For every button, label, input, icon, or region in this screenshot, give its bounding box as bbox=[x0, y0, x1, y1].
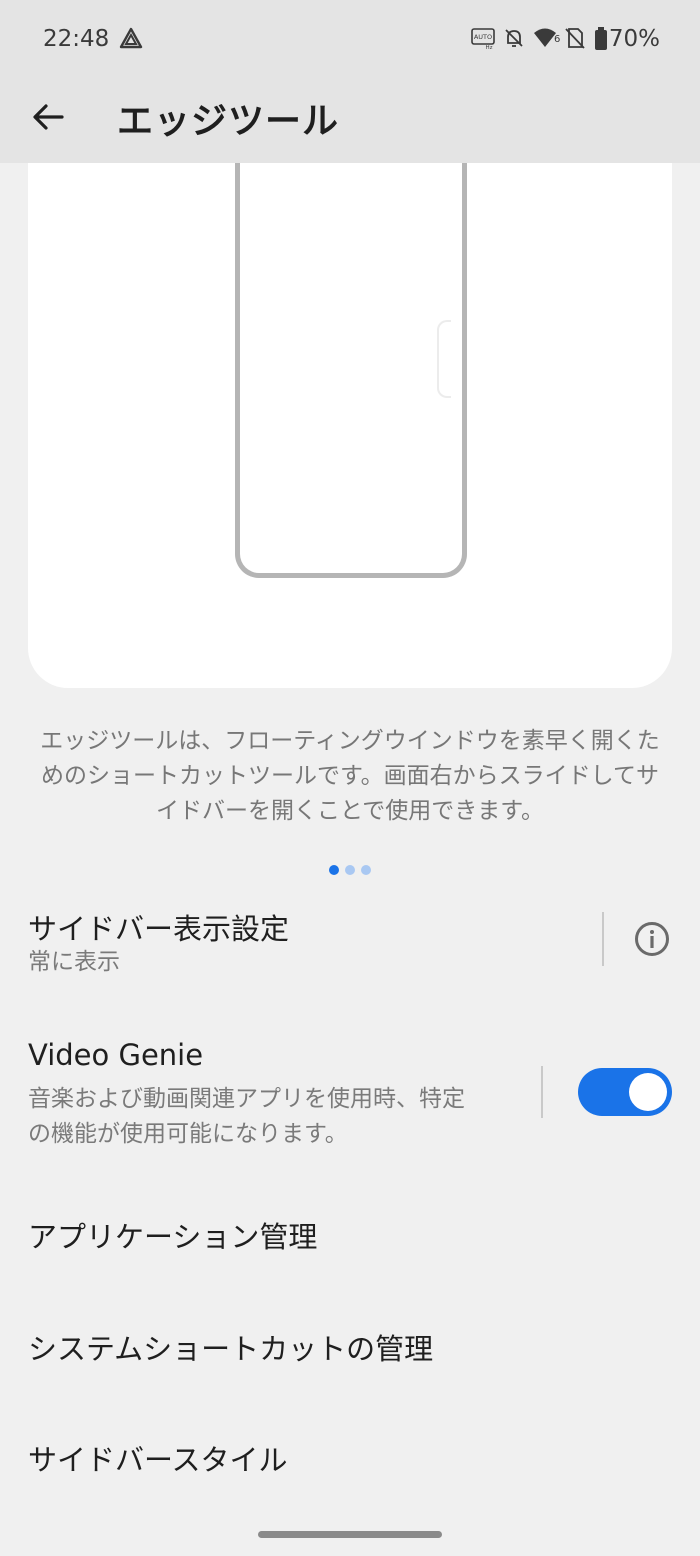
sidebar-display-value: 常に表示 bbox=[28, 949, 120, 975]
feature-description: エッジツールは、フローティングウインドウを素早く開くためのショートカットツールで… bbox=[40, 728, 660, 824]
auto-hz-icon: AUTO Hz bbox=[470, 26, 496, 54]
app-bar: エッジツール bbox=[0, 84, 700, 163]
battery-icon bbox=[593, 26, 609, 56]
page-dot[interactable] bbox=[345, 865, 355, 875]
page-title: エッジツール bbox=[117, 101, 340, 142]
info-button[interactable] bbox=[633, 920, 671, 958]
video-genie-description: 音楽および動画関連アプリを使用時、特定の機能が使用可能になります。 bbox=[28, 1086, 465, 1147]
divider bbox=[602, 912, 604, 966]
home-indicator[interactable] bbox=[258, 1531, 442, 1538]
info-icon bbox=[635, 922, 669, 956]
battery-percent: 70% bbox=[608, 26, 660, 52]
svg-text:AUTO: AUTO bbox=[474, 33, 492, 41]
video-genie-title: Video Genie bbox=[28, 1038, 204, 1072]
edge-handle-illustration bbox=[437, 320, 451, 398]
sidebar-display-title: サイドバー表示設定 bbox=[28, 912, 290, 946]
no-sim-icon bbox=[564, 26, 586, 54]
svg-text:6: 6 bbox=[554, 34, 560, 45]
page-dot-active[interactable] bbox=[329, 865, 339, 875]
navigation-icon bbox=[118, 26, 144, 56]
sidebar-style-item[interactable]: サイドバースタイル bbox=[28, 1437, 288, 1479]
system-shortcuts-item[interactable]: システムショートカットの管理 bbox=[28, 1326, 433, 1368]
video-genie-toggle[interactable] bbox=[578, 1068, 672, 1116]
wifi-6-icon: 6 bbox=[532, 26, 560, 56]
preview-card[interactable] bbox=[28, 163, 672, 688]
svg-text:Hz: Hz bbox=[485, 45, 492, 50]
mute-bell-icon bbox=[502, 26, 526, 54]
back-button[interactable] bbox=[28, 96, 70, 138]
status-time: 22:48 bbox=[43, 26, 110, 52]
page-dot[interactable] bbox=[361, 865, 371, 875]
toggle-knob bbox=[629, 1073, 667, 1111]
phone-illustration bbox=[235, 163, 467, 578]
page-indicator bbox=[0, 860, 700, 879]
app-management-item[interactable]: アプリケーション管理 bbox=[28, 1214, 317, 1256]
status-bar: 22:48 AUTO Hz 6 70% bbox=[0, 0, 700, 84]
arrow-back-icon bbox=[33, 104, 64, 130]
divider bbox=[541, 1066, 543, 1118]
